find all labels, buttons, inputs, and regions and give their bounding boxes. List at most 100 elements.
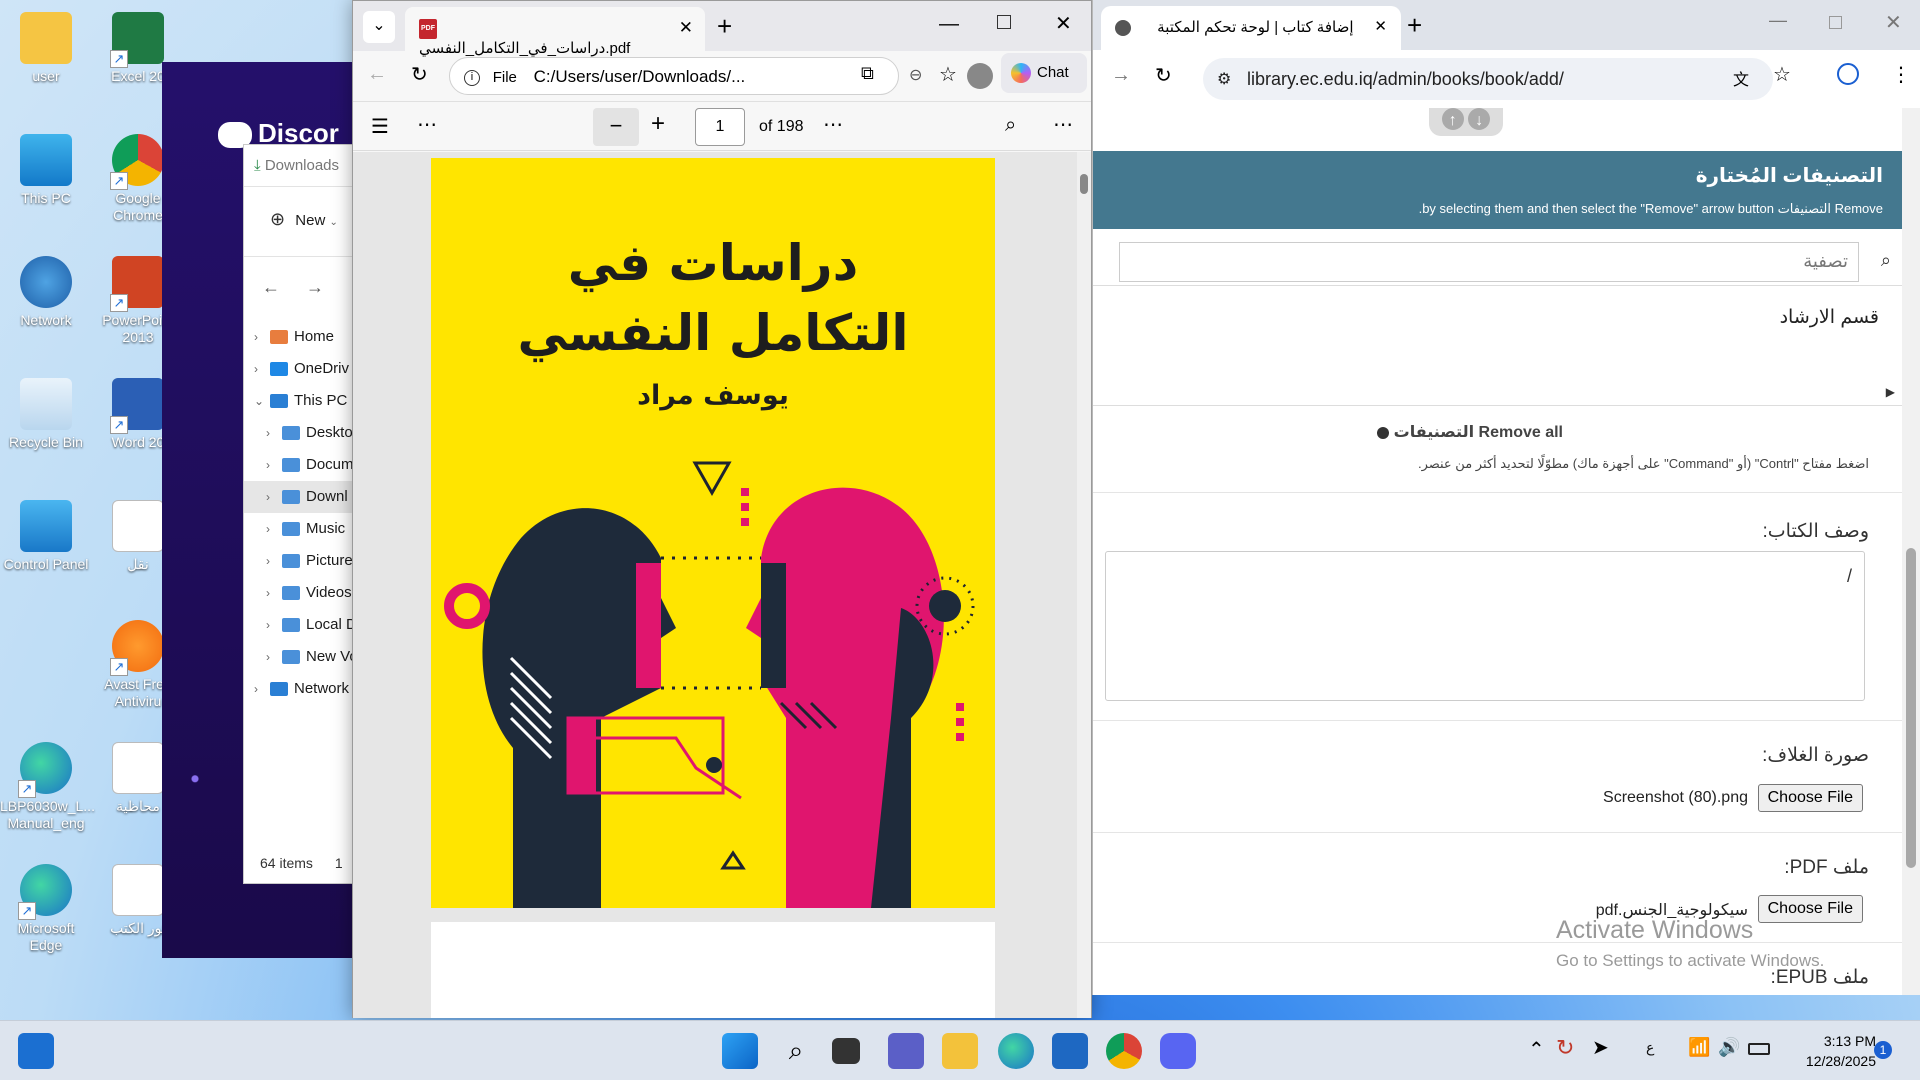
edge-taskbar-icon[interactable]	[998, 1033, 1034, 1069]
cover-choose-file-button[interactable]: Choose File	[1757, 784, 1863, 812]
new-button[interactable]: ⊕ New ⌄	[270, 209, 338, 229]
page-number-input[interactable]: 1	[695, 108, 745, 146]
chevron-right-icon[interactable]: ›	[266, 609, 282, 641]
store-icon[interactable]	[1052, 1033, 1088, 1069]
chevron-right-icon[interactable]: ›	[254, 353, 270, 385]
maximize-icon[interactable]	[1829, 16, 1842, 29]
close-window-icon[interactable]: ✕	[1885, 10, 1902, 35]
refresh-icon[interactable]: ↻	[1155, 63, 1172, 88]
chevron-right-icon[interactable]: ›	[254, 321, 270, 353]
refresh-icon[interactable]: ↻	[411, 62, 428, 87]
copilot-chat-button[interactable]: Chat	[1001, 53, 1087, 93]
new-tab-icon[interactable]: +	[1407, 10, 1422, 41]
page-options-icon[interactable]: ⋯	[823, 112, 843, 137]
bookmark-star-icon[interactable]: ☆	[1773, 62, 1791, 87]
close-tab-icon[interactable]: ✕	[1374, 17, 1387, 35]
chrome-menu-icon[interactable]: ⋮	[1891, 62, 1911, 87]
remove-all-link[interactable]: Remove all التصنيفات	[1377, 422, 1563, 442]
chrome-url-field[interactable]: ⚙ library.ec.edu.iq/admin/books/book/add…	[1203, 58, 1773, 100]
cover-illustration	[444, 461, 975, 908]
new-tab-icon[interactable]: +	[717, 11, 732, 42]
forward-arrow-icon[interactable]: →	[306, 277, 350, 297]
chrome-tab-add-book[interactable]: إضافة كتاب | لوحة تحكم المكتبة ✕	[1101, 6, 1401, 50]
volume-icon[interactable]: 🔊	[1718, 1037, 1740, 1058]
pdf-viewer[interactable]: دراسات في التكامل النفسي يوسف مراد	[353, 152, 1091, 1018]
chosen-categories-header: التصنيفات المُختارة Remove التصنيفات by …	[1093, 151, 1903, 229]
profile-icon[interactable]	[1837, 63, 1859, 85]
zoom-out-icon[interactable]: ⊖	[909, 65, 922, 85]
chevron-down-icon[interactable]: ⌄	[254, 385, 270, 417]
maximize-icon[interactable]	[997, 15, 1011, 29]
send-icon[interactable]: ➤	[1592, 1035, 1609, 1060]
chrome-tabbar: إضافة كتاب | لوحة تحكم المكتبة ✕ + — ✕	[1093, 0, 1920, 50]
wifi-icon[interactable]: 📶	[1688, 1037, 1710, 1058]
search-icon[interactable]: ⌕	[778, 1033, 814, 1069]
collections-icon[interactable]: ⧉	[861, 63, 874, 84]
desktop-icon-user[interactable]: user	[0, 12, 92, 85]
battery-icon[interactable]	[1748, 1043, 1770, 1055]
desktop-icon-microsoft-edge[interactable]: Microsoft Edge	[0, 864, 92, 954]
site-settings-icon: ⚙	[1217, 71, 1232, 88]
tab-actions-chevron-icon[interactable]: ⌄	[363, 11, 395, 43]
show-hidden-icons-chevron[interactable]: ⌃	[1528, 1037, 1545, 1062]
zoom-in-button[interactable]: +	[651, 110, 665, 138]
scroll-right-icon[interactable]: ▶	[1886, 385, 1895, 399]
chevron-right-icon[interactable]: ›	[266, 513, 282, 545]
chrome-window[interactable]: إضافة كتاب | لوحة تحكم المكتبة ✕ + — ✕ →…	[1092, 0, 1920, 995]
close-window-icon[interactable]: ✕	[1055, 11, 1072, 36]
zoom-out-button[interactable]: −	[593, 108, 639, 146]
arrow-up-circle-icon[interactable]: ↑	[1441, 108, 1464, 130]
filter-input[interactable]: تصفية	[1119, 242, 1859, 282]
chevron-right-icon[interactable]: ›	[266, 417, 282, 449]
back-arrow-icon[interactable]: ←	[367, 63, 387, 86]
desktop-icon-network[interactable]: Network	[0, 256, 92, 329]
minimize-icon[interactable]: —	[939, 13, 959, 36]
desktop-icon-label: user	[32, 68, 60, 84]
language-indicator[interactable]: ع	[1646, 1039, 1654, 1056]
arrow-down-circle-icon[interactable]: ↓	[1468, 108, 1491, 130]
favorite-star-icon[interactable]: ☆	[939, 62, 957, 87]
notification-badge[interactable]: 1	[1874, 1041, 1892, 1059]
search-icon[interactable]: ⌕	[1005, 114, 1016, 137]
desktop-icon-control-panel[interactable]: Control Panel	[0, 500, 92, 573]
back-arrow-icon[interactable]: ←	[262, 277, 306, 297]
start-windows-icon[interactable]	[722, 1033, 758, 1069]
desktop-icon-this-pc[interactable]: This PC	[0, 134, 92, 207]
folder-icon	[282, 618, 300, 633]
translate-icon[interactable]: 文	[1733, 66, 1749, 90]
profile-avatar[interactable]	[967, 63, 993, 89]
more-tools-icon[interactable]: ⋯	[417, 112, 437, 137]
globe-icon	[1115, 20, 1131, 37]
edge-pdf-window[interactable]: ⌄ PDF دراسات_في_التكامل_النفسي.pdf ✕ + —…	[352, 0, 1092, 1018]
close-tab-icon[interactable]: ✕	[679, 18, 693, 38]
chevron-right-icon[interactable]: ›	[266, 449, 282, 481]
chrome-page-scrollbar[interactable]	[1902, 108, 1920, 995]
desktop-icon-lbp-manual[interactable]: LBP6030w_L... Manual_eng	[0, 742, 95, 832]
clock-time: 3:13 PM	[1823, 1033, 1876, 1049]
edge-url-field[interactable]: i File C:/Users/user/Downloads/...	[449, 57, 899, 95]
chevron-right-icon[interactable]: ›	[254, 673, 270, 705]
chosen-categories-list[interactable]: قسم الارشاد ▶	[1093, 294, 1903, 406]
teams-meet-icon[interactable]	[888, 1033, 924, 1069]
contents-list-icon[interactable]: ☰	[371, 114, 389, 139]
clock[interactable]: 3:13 PM 12/28/2025	[1786, 1031, 1876, 1071]
chevron-right-icon[interactable]: ›	[266, 577, 282, 609]
chevron-right-icon[interactable]: ›	[266, 545, 282, 577]
pdf-more-icon[interactable]: ⋯	[1053, 112, 1073, 137]
task-view-icon[interactable]	[832, 1038, 860, 1064]
discord-taskbar-icon[interactable]	[1160, 1033, 1196, 1069]
chevron-right-icon[interactable]: ›	[266, 641, 282, 673]
sync-icon[interactable]: ↻	[1556, 1035, 1574, 1061]
description-textarea[interactable]: /	[1105, 551, 1865, 701]
chevron-right-icon[interactable]: ›	[266, 481, 282, 513]
file-explorer-icon[interactable]	[942, 1033, 978, 1069]
widgets-icon[interactable]	[18, 1033, 54, 1069]
desktop-icon-recycle-bin[interactable]: Recycle Bin	[0, 378, 92, 451]
pdf-scrollbar[interactable]	[1077, 152, 1091, 1018]
forward-arrow-icon[interactable]: →	[1111, 64, 1131, 87]
list-item[interactable]: قسم الارشاد	[1780, 306, 1879, 329]
edge-tab-pdf[interactable]: PDF دراسات_في_التكامل_النفسي.pdf ✕	[405, 7, 705, 57]
tree-item-label: Docum	[306, 456, 354, 473]
chrome-taskbar-icon[interactable]	[1106, 1033, 1142, 1069]
minimize-icon[interactable]: —	[1769, 10, 1787, 31]
